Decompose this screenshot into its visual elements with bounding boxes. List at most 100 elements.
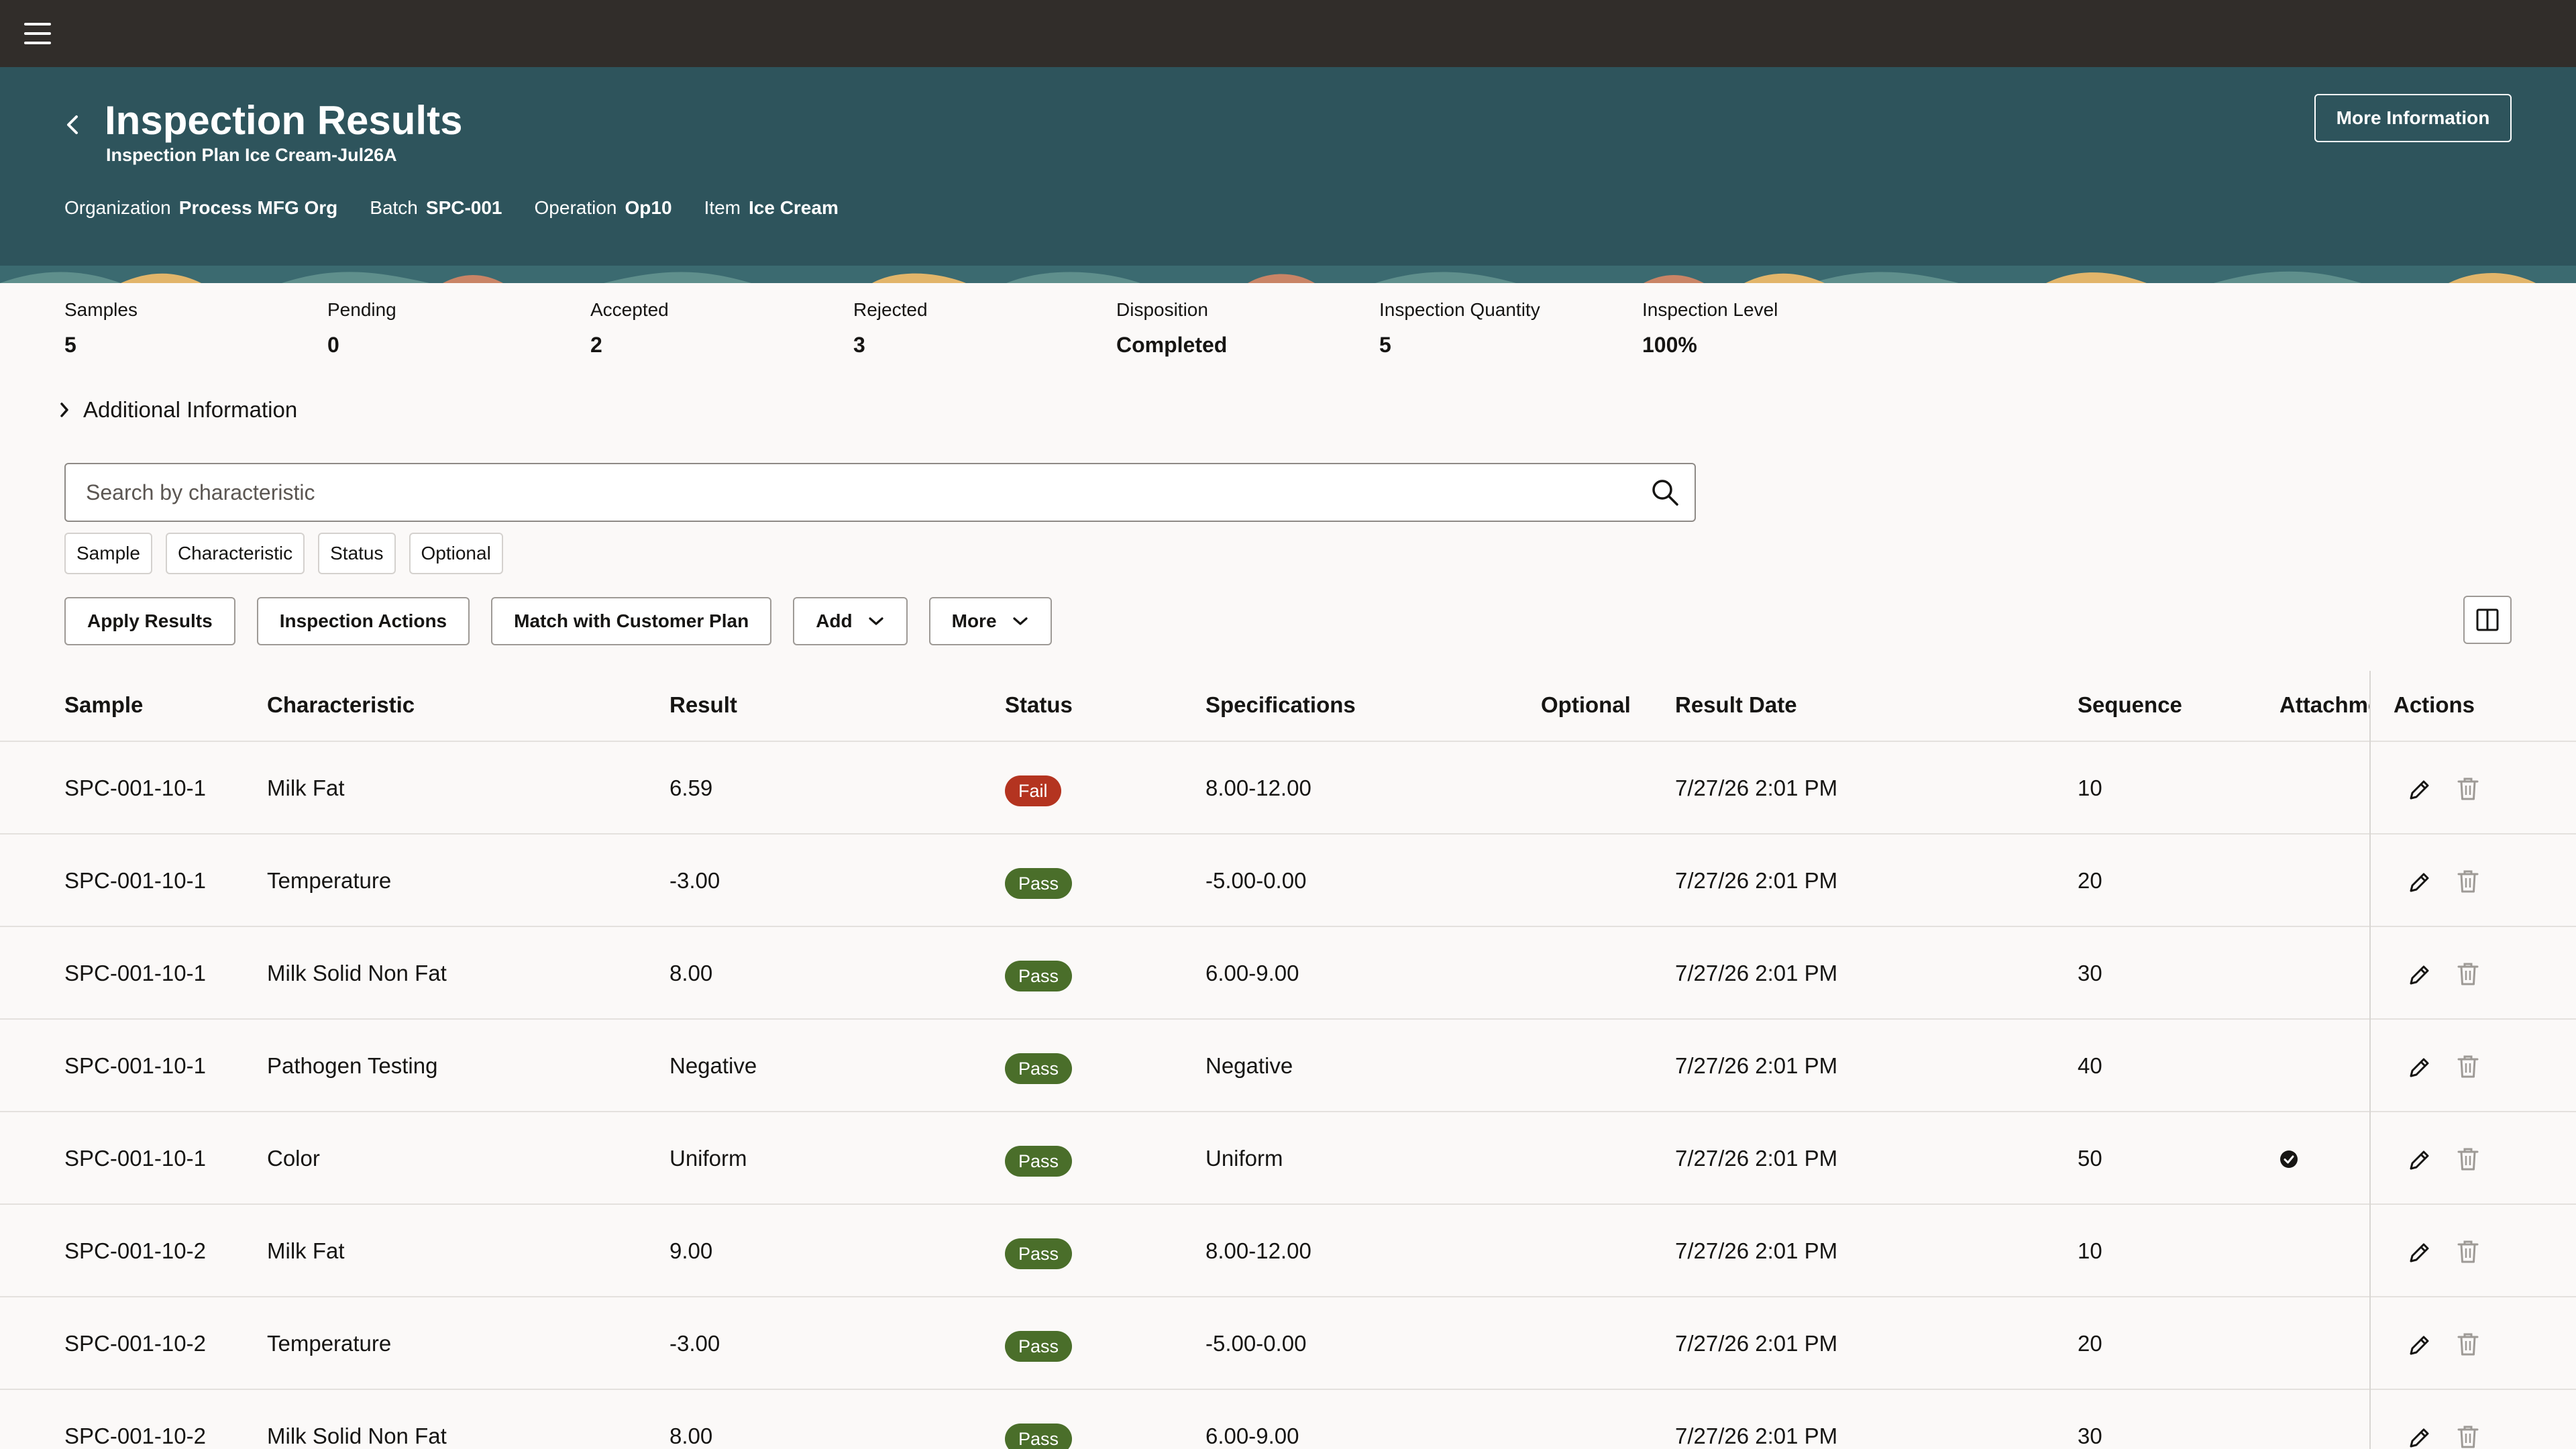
- cell-specifications: Negative: [1205, 1053, 1293, 1078]
- cell-result: 9.00: [669, 1238, 713, 1263]
- meta-batch: Batch SPC-001: [370, 197, 502, 218]
- search-input[interactable]: [86, 464, 1629, 521]
- column-header-sequence[interactable]: Sequence: [2078, 692, 2182, 718]
- cell-sample: SPC-001-10-1: [64, 1053, 206, 1078]
- stat-disposition: Disposition Completed: [1116, 299, 1228, 357]
- trash-icon[interactable]: [2455, 1146, 2481, 1173]
- table-row[interactable]: SPC-001-10-1 Pathogen Testing Negative P…: [0, 1020, 2576, 1112]
- stat-accepted: Accepted 2: [590, 299, 669, 357]
- column-header-result-date[interactable]: Result Date: [1675, 692, 1797, 718]
- more-label: More: [951, 610, 997, 631]
- table-row[interactable]: SPC-001-10-1 Milk Solid Non Fat 8.00 Pas…: [0, 927, 2576, 1020]
- trash-icon[interactable]: [2455, 1238, 2481, 1265]
- trash-icon[interactable]: [2455, 1053, 2481, 1080]
- trash-icon[interactable]: [2455, 775, 2481, 802]
- table-header: Sample Characteristic Result Status Spec…: [0, 671, 2576, 742]
- cell-sequence: 50: [2078, 1146, 2102, 1171]
- column-header-characteristic[interactable]: Characteristic: [267, 692, 415, 718]
- filter-chip-sample[interactable]: Sample: [64, 533, 152, 574]
- table-row[interactable]: SPC-001-10-2 Temperature -3.00 Pass -5.0…: [0, 1297, 2576, 1390]
- pencil-icon[interactable]: [2406, 962, 2432, 989]
- filter-chip-characteristic[interactable]: Characteristic: [165, 533, 305, 574]
- frozen-column-divider: [2369, 671, 2371, 1449]
- chevron-down-icon: [1012, 617, 1028, 625]
- cell-sequence: 40: [2078, 1053, 2102, 1078]
- column-header-sample[interactable]: Sample: [64, 692, 143, 718]
- meta-organization: Organization Process MFG Org: [64, 197, 338, 218]
- chevron-left-icon[interactable]: [59, 105, 86, 145]
- trash-icon[interactable]: [2455, 961, 2481, 987]
- status-badge: Pass: [1005, 1424, 1073, 1449]
- column-header-attachments[interactable]: Attachme: [2279, 692, 2369, 718]
- column-layout-icon: [2476, 608, 2499, 631]
- cell-sample: SPC-001-10-2: [64, 1238, 206, 1263]
- pencil-icon[interactable]: [2406, 777, 2432, 804]
- additional-information-toggle[interactable]: Additional Information: [58, 397, 297, 423]
- check-circle-icon[interactable]: [2279, 1150, 2298, 1169]
- match-customer-plan-label: Match with Customer Plan: [514, 610, 749, 631]
- pencil-icon[interactable]: [2406, 1425, 2432, 1449]
- filter-chips: Sample Characteristic Status Optional: [64, 533, 503, 574]
- cell-result: Uniform: [669, 1146, 747, 1171]
- column-header-status[interactable]: Status: [1005, 692, 1073, 718]
- search-icon[interactable]: [1650, 478, 1680, 507]
- chevron-right-icon: [60, 402, 68, 417]
- cell-result-date: 7/27/26 2:01 PM: [1675, 1146, 1838, 1171]
- hamburger-icon[interactable]: [24, 23, 51, 44]
- cell-result-date: 7/27/26 2:01 PM: [1675, 1238, 1838, 1263]
- cell-result: Negative: [669, 1053, 757, 1078]
- cell-specifications: 6.00-9.00: [1205, 1424, 1299, 1448]
- summary-stats: Samples 5 Pending 0 Accepted 2 Rejected 3 Di…: [64, 299, 1905, 358]
- cell-specifications: 8.00-12.00: [1205, 775, 1311, 800]
- table-row[interactable]: SPC-001-10-2 Milk Fat 9.00 Pass 8.00-12.…: [0, 1205, 2576, 1297]
- table-row[interactable]: SPC-001-10-1 Temperature -3.00 Pass -5.0…: [0, 835, 2576, 927]
- cell-result-date: 7/27/26 2:01 PM: [1675, 1331, 1838, 1356]
- meta-item: Item Ice Cream: [704, 197, 839, 218]
- trash-icon[interactable]: [2455, 1424, 2481, 1449]
- add-label: Add: [816, 610, 853, 631]
- column-header-specifications[interactable]: Specifications: [1205, 692, 1356, 718]
- cell-result-date: 7/27/26 2:01 PM: [1675, 961, 1838, 985]
- add-menu-button[interactable]: Add: [793, 597, 908, 645]
- decorative-pattern: [0, 266, 2576, 283]
- toolbar: Apply Results Inspection Actions Match w…: [64, 597, 1052, 645]
- table-row[interactable]: SPC-001-10-2 Milk Solid Non Fat 8.00 Pas…: [0, 1390, 2576, 1449]
- cell-sequence: 30: [2078, 961, 2102, 985]
- additional-information-label: Additional Information: [83, 397, 298, 422]
- pencil-icon[interactable]: [2406, 1147, 2432, 1174]
- filter-chip-status[interactable]: Status: [318, 533, 396, 574]
- cell-specifications: Uniform: [1205, 1146, 1283, 1171]
- cell-characteristic: Milk Fat: [267, 1238, 345, 1263]
- match-customer-plan-button[interactable]: Match with Customer Plan: [491, 597, 772, 645]
- pencil-icon[interactable]: [2406, 1332, 2432, 1359]
- pencil-icon[interactable]: [2406, 1055, 2432, 1081]
- cell-sequence: 10: [2078, 775, 2102, 800]
- pencil-icon[interactable]: [2406, 1240, 2432, 1267]
- column-header-optional[interactable]: Optional: [1541, 692, 1631, 718]
- cell-characteristic: Milk Solid Non Fat: [267, 961, 447, 985]
- filter-chip-optional[interactable]: Optional: [409, 533, 503, 574]
- cell-sample: SPC-001-10-2: [64, 1424, 206, 1448]
- meta-operation: Operation Op10: [534, 197, 672, 218]
- cell-result: 6.59: [669, 775, 713, 800]
- chevron-down-icon: [869, 617, 883, 625]
- column-layout-button[interactable]: [2463, 596, 2512, 644]
- cell-result: 8.00: [669, 1424, 713, 1448]
- cell-specifications: 6.00-9.00: [1205, 961, 1299, 985]
- column-header-actions: Actions: [2394, 692, 2475, 717]
- cell-result-date: 7/27/26 2:01 PM: [1675, 1053, 1838, 1078]
- cell-result: -3.00: [669, 1331, 720, 1356]
- stat-pending: Pending 0: [327, 299, 396, 357]
- column-header-result[interactable]: Result: [669, 692, 737, 718]
- pencil-icon[interactable]: [2406, 869, 2432, 896]
- trash-icon[interactable]: [2455, 868, 2481, 895]
- apply-results-button[interactable]: Apply Results: [64, 597, 235, 645]
- cell-characteristic: Temperature: [267, 1331, 392, 1356]
- stat-inspection-level: Inspection Level 100%: [1642, 299, 1778, 357]
- table-row[interactable]: SPC-001-10-1 Color Uniform Pass Uniform …: [0, 1112, 2576, 1205]
- table-row[interactable]: SPC-001-10-1 Milk Fat 6.59 Fail 8.00-12.…: [0, 742, 2576, 835]
- more-menu-button[interactable]: More: [928, 597, 1052, 645]
- trash-icon[interactable]: [2455, 1331, 2481, 1358]
- inspection-actions-button[interactable]: Inspection Actions: [256, 597, 470, 645]
- more-information-button[interactable]: More Information: [2314, 94, 2512, 142]
